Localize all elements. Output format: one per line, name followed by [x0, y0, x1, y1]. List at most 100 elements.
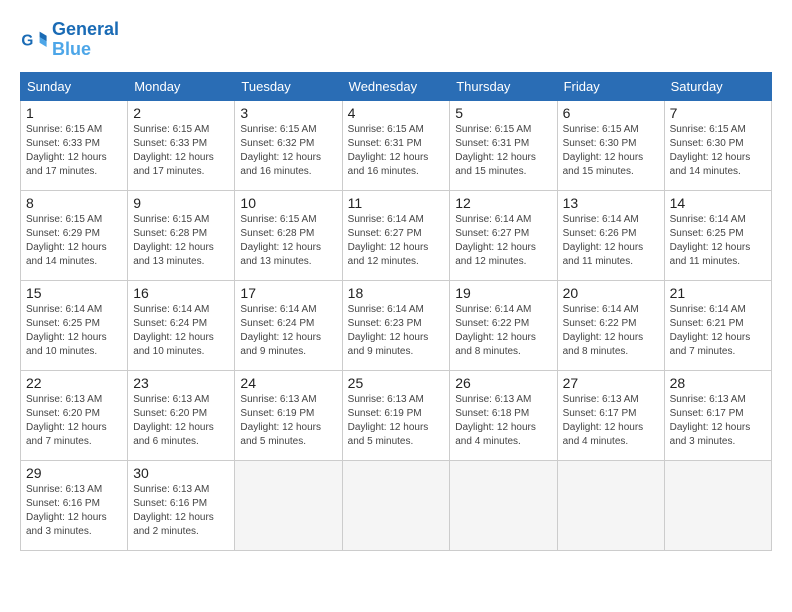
calendar-cell: 24 Sunrise: 6:13 AM Sunset: 6:19 PM Dayli…	[235, 370, 342, 460]
day-number: 23	[133, 375, 229, 391]
day-number: 14	[670, 195, 766, 211]
day-number: 10	[240, 195, 336, 211]
day-info: Sunrise: 6:14 AM Sunset: 6:23 PM Dayligh…	[348, 303, 445, 359]
day-number: 8	[26, 195, 122, 211]
day-info: Sunrise: 6:13 AM Sunset: 6:20 PM Dayligh…	[133, 393, 229, 449]
day-info: Sunrise: 6:14 AM Sunset: 6:27 PM Dayligh…	[455, 213, 551, 269]
day-number: 3	[240, 105, 336, 121]
weekday-header-saturday: Saturday	[664, 72, 771, 100]
day-info: Sunrise: 6:14 AM Sunset: 6:21 PM Dayligh…	[670, 303, 766, 359]
calendar-cell: 5 Sunrise: 6:15 AM Sunset: 6:31 PM Daylig…	[450, 100, 557, 190]
calendar-cell: 16Sunrise: 6:14 AM Sunset: 6:24 PM Dayli…	[128, 280, 235, 370]
calendar-cell: 22 Sunrise: 6:13 AM Sunset: 6:20 PM Dayli…	[21, 370, 128, 460]
calendar-week-2: 8 Sunrise: 6:15 AM Sunset: 6:29 PM Daylig…	[21, 190, 772, 280]
day-number: 11	[348, 195, 445, 211]
calendar-cell: 27Sunrise: 6:13 AM Sunset: 6:17 PM Dayli…	[557, 370, 664, 460]
calendar-cell: 12 Sunrise: 6:14 AM Sunset: 6:27 PM Dayli…	[450, 190, 557, 280]
day-info: Sunrise: 6:15 AM Sunset: 6:30 PM Dayligh…	[563, 123, 659, 179]
day-number: 13	[563, 195, 659, 211]
calendar-cell	[450, 460, 557, 550]
calendar-cell	[342, 460, 450, 550]
weekday-header-row: SundayMondayTuesdayWednesdayThursdayFrid…	[21, 72, 772, 100]
calendar-cell: 6 Sunrise: 6:15 AM Sunset: 6:30 PM Daylig…	[557, 100, 664, 190]
calendar-week-3: 15 Sunrise: 6:14 AM Sunset: 6:25 PM Dayli…	[21, 280, 772, 370]
day-info: Sunrise: 6:14 AM Sunset: 6:22 PM Dayligh…	[563, 303, 659, 359]
calendar-cell: 15 Sunrise: 6:14 AM Sunset: 6:25 PM Dayli…	[21, 280, 128, 370]
calendar-cell: 29Sunrise: 6:13 AM Sunset: 6:16 PM Dayli…	[21, 460, 128, 550]
day-number: 15	[26, 285, 122, 301]
calendar-cell: 26 Sunrise: 6:13 AM Sunset: 6:18 PM Dayli…	[450, 370, 557, 460]
day-info: Sunrise: 6:13 AM Sunset: 6:18 PM Dayligh…	[455, 393, 551, 449]
day-info: Sunrise: 6:15 AM Sunset: 6:32 PM Dayligh…	[240, 123, 336, 179]
day-info: Sunrise: 6:13 AM Sunset: 6:19 PM Dayligh…	[348, 393, 445, 449]
weekday-header-sunday: Sunday	[21, 72, 128, 100]
logo-icon: G	[20, 26, 48, 54]
calendar-week-4: 22 Sunrise: 6:13 AM Sunset: 6:20 PM Dayli…	[21, 370, 772, 460]
day-info: Sunrise: 6:14 AM Sunset: 6:24 PM Dayligh…	[240, 303, 336, 359]
weekday-header-thursday: Thursday	[450, 72, 557, 100]
day-info: Sunrise: 6:13 AM Sunset: 6:17 PM Dayligh…	[563, 393, 659, 449]
day-number: 29	[26, 465, 122, 481]
day-number: 1	[26, 105, 122, 121]
calendar-cell: 18 Sunrise: 6:14 AM Sunset: 6:23 PM Dayli…	[342, 280, 450, 370]
day-number: 30	[133, 465, 229, 481]
calendar-cell: 28Sunrise: 6:13 AM Sunset: 6:17 PM Dayli…	[664, 370, 771, 460]
day-info: Sunrise: 6:15 AM Sunset: 6:28 PM Dayligh…	[133, 213, 229, 269]
calendar-week-1: 1 Sunrise: 6:15 AM Sunset: 6:33 PM Daylig…	[21, 100, 772, 190]
calendar-cell: 2Sunrise: 6:15 AM Sunset: 6:33 PM Daylig…	[128, 100, 235, 190]
calendar-cell: 25 Sunrise: 6:13 AM Sunset: 6:19 PM Dayli…	[342, 370, 450, 460]
day-number: 20	[563, 285, 659, 301]
day-number: 28	[670, 375, 766, 391]
page-header: G General Blue	[20, 20, 772, 60]
day-info: Sunrise: 6:15 AM Sunset: 6:31 PM Dayligh…	[455, 123, 551, 179]
weekday-header-monday: Monday	[128, 72, 235, 100]
day-number: 17	[240, 285, 336, 301]
calendar-cell: 14 Sunrise: 6:14 AM Sunset: 6:25 PM Dayli…	[664, 190, 771, 280]
day-info: Sunrise: 6:14 AM Sunset: 6:25 PM Dayligh…	[670, 213, 766, 269]
calendar-cell	[664, 460, 771, 550]
day-number: 19	[455, 285, 551, 301]
day-info: Sunrise: 6:15 AM Sunset: 6:29 PM Dayligh…	[26, 213, 122, 269]
day-info: Sunrise: 6:14 AM Sunset: 6:24 PM Dayligh…	[133, 303, 229, 359]
day-number: 24	[240, 375, 336, 391]
day-number: 7	[670, 105, 766, 121]
day-info: Sunrise: 6:13 AM Sunset: 6:16 PM Dayligh…	[133, 483, 229, 539]
weekday-header-wednesday: Wednesday	[342, 72, 450, 100]
weekday-header-friday: Friday	[557, 72, 664, 100]
day-number: 2	[133, 105, 229, 121]
calendar-cell: 7 Sunrise: 6:15 AM Sunset: 6:30 PM Daylig…	[664, 100, 771, 190]
calendar-cell: 3 Sunrise: 6:15 AM Sunset: 6:32 PM Daylig…	[235, 100, 342, 190]
day-number: 18	[348, 285, 445, 301]
day-info: Sunrise: 6:15 AM Sunset: 6:33 PM Dayligh…	[26, 123, 122, 179]
day-number: 25	[348, 375, 445, 391]
day-number: 5	[455, 105, 551, 121]
day-number: 26	[455, 375, 551, 391]
day-info: Sunrise: 6:15 AM Sunset: 6:30 PM Dayligh…	[670, 123, 766, 179]
calendar-cell: 11Sunrise: 6:14 AM Sunset: 6:27 PM Dayli…	[342, 190, 450, 280]
day-number: 12	[455, 195, 551, 211]
calendar-cell: 30 Sunrise: 6:13 AM Sunset: 6:16 PM Dayli…	[128, 460, 235, 550]
day-info: Sunrise: 6:14 AM Sunset: 6:25 PM Dayligh…	[26, 303, 122, 359]
calendar-cell	[235, 460, 342, 550]
day-info: Sunrise: 6:14 AM Sunset: 6:22 PM Dayligh…	[455, 303, 551, 359]
calendar-cell: 23 Sunrise: 6:13 AM Sunset: 6:20 PM Dayli…	[128, 370, 235, 460]
day-info: Sunrise: 6:13 AM Sunset: 6:20 PM Dayligh…	[26, 393, 122, 449]
calendar-cell: 8 Sunrise: 6:15 AM Sunset: 6:29 PM Daylig…	[21, 190, 128, 280]
calendar-cell: 9 Sunrise: 6:15 AM Sunset: 6:28 PM Daylig…	[128, 190, 235, 280]
calendar-cell: 4Sunrise: 6:15 AM Sunset: 6:31 PM Daylig…	[342, 100, 450, 190]
calendar-cell: 1 Sunrise: 6:15 AM Sunset: 6:33 PM Daylig…	[21, 100, 128, 190]
day-number: 21	[670, 285, 766, 301]
calendar-week-5: 29 Sunrise: 6:13 AM Sunset: 6:16 PM Dayli…	[21, 460, 772, 550]
logo: G General Blue	[20, 20, 119, 60]
calendar-cell: 10 Sunrise: 6:15 AM Sunset: 6:28 PM Dayli…	[235, 190, 342, 280]
day-info: Sunrise: 6:15 AM Sunset: 6:31 PM Dayligh…	[348, 123, 445, 179]
calendar-table: SundayMondayTuesdayWednesdayThursdayFrid…	[20, 72, 772, 551]
day-info: Sunrise: 6:15 AM Sunset: 6:28 PM Dayligh…	[240, 213, 336, 269]
calendar-cell: 17 Sunrise: 6:14 AM Sunset: 6:24 PM Dayli…	[235, 280, 342, 370]
calendar-cell	[557, 460, 664, 550]
day-number: 22	[26, 375, 122, 391]
day-number: 6	[563, 105, 659, 121]
day-info: Sunrise: 6:13 AM Sunset: 6:19 PM Dayligh…	[240, 393, 336, 449]
day-number: 9	[133, 195, 229, 211]
calendar-cell: 20 Sunrise: 6:14 AM Sunset: 6:22 PM Dayli…	[557, 280, 664, 370]
